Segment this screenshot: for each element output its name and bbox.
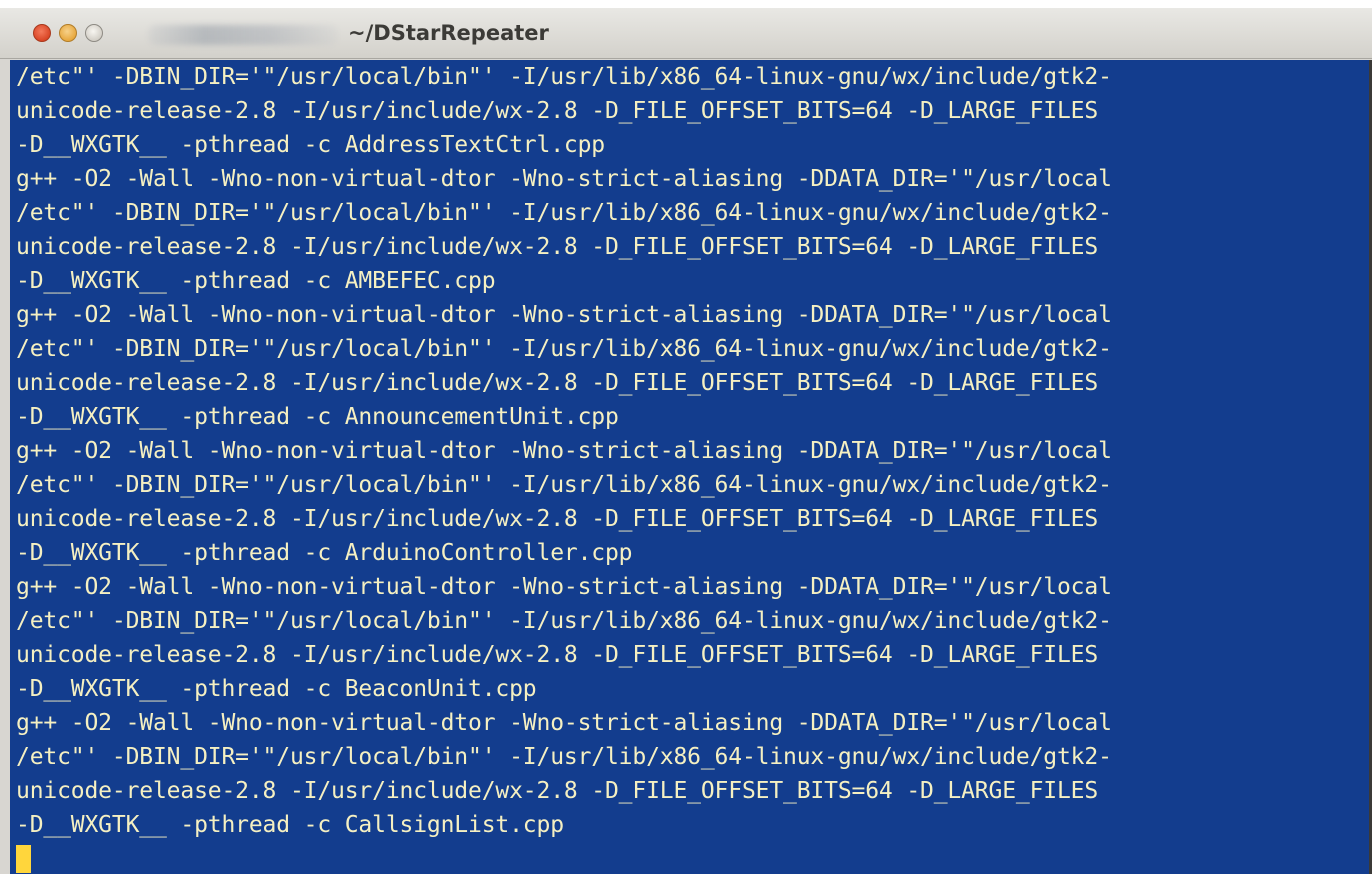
terminal-line: unicode-release-2.8 -I/usr/include/wx-2.… — [16, 642, 1099, 668]
terminal-line: -D__WXGTK__ -pthread -c ArduinoControlle… — [16, 540, 633, 566]
terminal-line: /etc"' -DBIN_DIR='"/usr/local/bin"' -I/u… — [16, 472, 1112, 498]
terminal-line: /etc"' -DBIN_DIR='"/usr/local/bin"' -I/u… — [16, 608, 1112, 634]
close-window-button[interactable] — [33, 24, 51, 42]
terminal-line: g++ -O2 -Wall -Wno-non-virtual-dtor -Wno… — [16, 710, 1112, 736]
terminal-line: /etc"' -DBIN_DIR='"/usr/local/bin"' -I/u… — [16, 336, 1112, 362]
terminal-line: /etc"' -DBIN_DIR='"/usr/local/bin"' -I/u… — [16, 64, 1112, 90]
terminal-output[interactable]: /etc"' -DBIN_DIR='"/usr/local/bin"' -I/u… — [10, 60, 1372, 874]
terminal-line: g++ -O2 -Wall -Wno-non-virtual-dtor -Wno… — [16, 438, 1112, 464]
terminal-line: /etc"' -DBIN_DIR='"/usr/local/bin"' -I/u… — [16, 744, 1112, 770]
terminal-line: g++ -O2 -Wall -Wno-non-virtual-dtor -Wno… — [16, 574, 1112, 600]
terminal-line: g++ -O2 -Wall -Wno-non-virtual-dtor -Wno… — [16, 166, 1112, 192]
text-cursor — [16, 845, 31, 873]
terminal-window: ~/DStarRepeater /etc"' -DBIN_DIR='"/usr/… — [0, 8, 1372, 874]
title-bar[interactable]: ~/DStarRepeater — [0, 8, 1372, 59]
terminal-line: -D__WXGTK__ -pthread -c CallsignList.cpp — [16, 812, 564, 838]
terminal-line: g++ -O2 -Wall -Wno-non-virtual-dtor -Wno… — [16, 302, 1112, 328]
terminal-line: -D__WXGTK__ -pthread -c AnnouncementUnit… — [16, 404, 619, 430]
terminal-line: -D__WXGTK__ -pthread -c BeaconUnit.cpp — [16, 676, 537, 702]
terminal-line: -D__WXGTK__ -pthread -c AddressTextCtrl.… — [16, 132, 605, 158]
terminal-line: unicode-release-2.8 -I/usr/include/wx-2.… — [16, 234, 1099, 260]
terminal-line: unicode-release-2.8 -I/usr/include/wx-2.… — [16, 98, 1099, 124]
terminal-line: -D__WXGTK__ -pthread -c AMBEFEC.cpp — [16, 268, 496, 294]
terminal-line: unicode-release-2.8 -I/usr/include/wx-2.… — [16, 370, 1099, 396]
minimize-window-button[interactable] — [59, 24, 77, 42]
maximize-window-button[interactable] — [85, 24, 103, 42]
terminal-line: unicode-release-2.8 -I/usr/include/wx-2.… — [16, 506, 1099, 532]
window-title-path: ~/DStarRepeater — [348, 21, 549, 45]
redacted-user-host — [148, 25, 338, 45]
terminal-line: unicode-release-2.8 -I/usr/include/wx-2.… — [16, 778, 1099, 804]
terminal-line: /etc"' -DBIN_DIR='"/usr/local/bin"' -I/u… — [16, 200, 1112, 226]
